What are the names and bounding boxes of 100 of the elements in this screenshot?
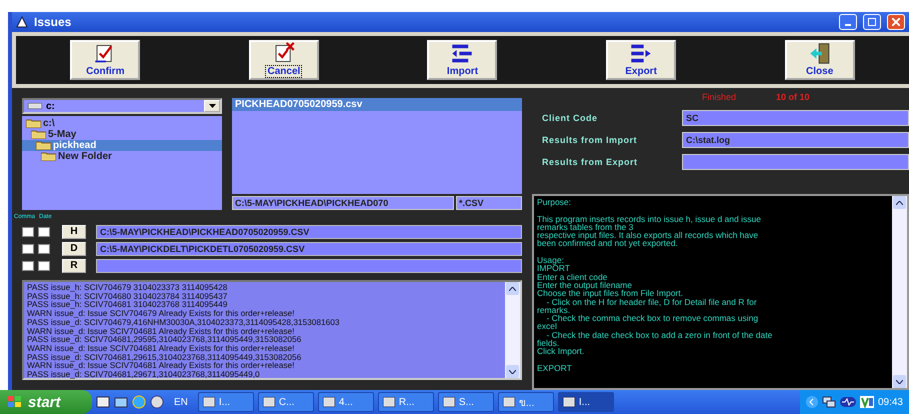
file-path-field[interactable]: C:\5-MAY\PICKHEAD\PICKHEAD0705020959.CSV xyxy=(96,224,522,238)
help-line: fields. xyxy=(537,339,560,348)
comma-checkbox[interactable] xyxy=(22,244,34,254)
caret-icon xyxy=(208,104,216,108)
help-line: respective input files. It also exports all records which have xyxy=(537,231,760,240)
log-line: WARN issue_d: Issue SCIV704681 Already Exists for this order+release! xyxy=(27,344,294,353)
window-icon xyxy=(322,397,335,407)
file-item[interactable]: PICKHEAD0705020959.csv xyxy=(232,98,522,111)
app-icon xyxy=(16,16,28,28)
log-line: PASS issue_d: SCIV704679,416NHM30030A,3104023373,3114095428,3153081603 xyxy=(27,318,340,327)
export-button[interactable]: Export xyxy=(606,40,676,80)
window-icon xyxy=(382,397,395,407)
date-checkbox[interactable] xyxy=(38,260,50,270)
file-path-field[interactable]: C:\5-MAY\PICKDELT\PICKDETL0705020959.CSV xyxy=(96,242,522,256)
network-icon[interactable] xyxy=(822,396,836,408)
comma-checkbox[interactable] xyxy=(22,260,34,270)
close-icon xyxy=(808,42,832,65)
date-checkbox[interactable] xyxy=(38,226,50,236)
log-line: PASS issue_h: SCIV704681 3104023768 3114095449 xyxy=(27,300,228,310)
filter-field[interactable]: *.CSV xyxy=(456,196,522,210)
export-icon xyxy=(629,42,654,65)
start-button[interactable]: start xyxy=(0,390,92,414)
quick-launch-icon[interactable] xyxy=(96,395,110,409)
import-icon xyxy=(450,42,474,65)
disc-icon xyxy=(150,395,164,409)
window-icon xyxy=(114,395,128,409)
help-line: remarks. xyxy=(537,306,570,314)
help-line: remarks tables from the 3 xyxy=(537,222,634,232)
input-field[interactable]: C:\stat.log xyxy=(682,132,909,148)
maximize-button[interactable] xyxy=(863,14,881,30)
help-line: Enter the output filename xyxy=(537,280,632,290)
field-label: Client Code xyxy=(542,113,599,123)
window-icon xyxy=(502,397,515,407)
scrollbar[interactable] xyxy=(505,282,520,378)
taskbar-button[interactable]: C... xyxy=(258,392,314,412)
taskbar-button[interactable]: I... xyxy=(558,392,614,412)
taskbar-button[interactable]: I... xyxy=(198,392,254,412)
quick-launch-icon[interactable] xyxy=(114,395,128,409)
path-field[interactable]: C:\5-MAY\PICKHEAD\PICKHEAD070 xyxy=(232,196,454,210)
wave-icon[interactable] xyxy=(840,397,856,407)
window-title: Issues xyxy=(34,15,72,29)
progress-text: 10 of 10 xyxy=(776,92,810,104)
close-icon xyxy=(892,18,900,26)
clock: 09:43 xyxy=(878,396,903,408)
quick-launch-icon[interactable] xyxy=(150,395,164,409)
log-line: PASS issue_h: SCIV704679 3104023373 3114095428 xyxy=(27,283,228,292)
window-icon xyxy=(442,397,455,407)
log-line: WARN issue_d: Issue SCIV704681 Already Exists for this order+release! xyxy=(27,326,294,336)
taskbar-button[interactable]: 4... xyxy=(318,392,374,412)
input-field[interactable] xyxy=(682,154,909,170)
help-line: Choose the input files from File Import. xyxy=(537,289,684,298)
close-button[interactable] xyxy=(887,14,905,30)
help-line: EXPORT xyxy=(537,364,573,372)
log-line: WARN issue_d: Issue SCIV704679 Already Exists for this order+release! xyxy=(27,309,296,318)
scroll-down-icon[interactable] xyxy=(506,365,519,378)
scroll-up-icon[interactable] xyxy=(893,196,906,209)
tray-app-icon[interactable] xyxy=(860,396,874,408)
minimize-button[interactable] xyxy=(839,14,857,30)
file-select-button[interactable]: H xyxy=(62,224,86,238)
drive-combo[interactable]: c: xyxy=(22,98,222,114)
field-label: Results from Import xyxy=(542,135,638,145)
help-line: excel xyxy=(537,322,557,331)
folder-item[interactable]: New Folder xyxy=(22,151,222,162)
close-button[interactable]: Close xyxy=(784,40,855,80)
scroll-up-icon[interactable] xyxy=(506,282,519,295)
log-line: PASS issue_h: SCIV704680 3104023784 3114095437 xyxy=(27,292,228,300)
folder-icon xyxy=(36,141,51,150)
language-indicator[interactable]: EN xyxy=(168,396,194,408)
field-label: Results from Export xyxy=(542,157,639,167)
help-line: - Click on the H for header file, D for Detail file and R for xyxy=(546,298,758,306)
file-path-field[interactable] xyxy=(96,258,522,272)
file-select-button[interactable]: D xyxy=(62,242,86,256)
dropdown-button[interactable] xyxy=(204,100,220,112)
cancel-button[interactable]: Cancel xyxy=(248,40,319,80)
window-icon xyxy=(562,397,575,407)
folder-item[interactable]: c:\ xyxy=(22,118,222,129)
taskbar-button[interactable]: ข... xyxy=(498,392,554,412)
chevron-icon[interactable] xyxy=(806,396,818,408)
folder-item[interactable]: 5-May xyxy=(22,129,222,140)
maximize-icon xyxy=(868,18,876,26)
scroll-down-icon[interactable] xyxy=(893,375,906,388)
help-line: IMPORT xyxy=(537,264,571,273)
help-line: Enter a client code xyxy=(537,272,608,281)
input-field[interactable]: SC xyxy=(682,110,909,126)
help-line: - Check the comma check box to remove commas using xyxy=(546,314,760,322)
taskbar-button[interactable]: S... xyxy=(438,392,494,412)
log-line: WARN issue_d: Issue SCIV704681 Already Exists for this order+release! xyxy=(27,361,294,370)
scrollbar[interactable] xyxy=(892,196,907,388)
taskbar-button[interactable]: R... xyxy=(378,392,434,412)
help-line: Purpose: xyxy=(537,198,572,206)
file-select-button[interactable]: R xyxy=(62,258,86,272)
log-line: PASS issue_d: SCIV704681,29671,3104023768,3114095449,0 xyxy=(27,370,261,379)
import-button[interactable]: Import xyxy=(427,40,498,80)
log-line: PASS issue_d: SCIV704681,29595,3104023768,3114095449,3153082056 xyxy=(27,335,302,344)
log-line: PASS issue_d: SCIV704681,29615,3104023768,3114095449,3153082056 xyxy=(27,352,302,362)
confirm-button[interactable]: Confirm xyxy=(70,40,140,80)
help-line: Usage: xyxy=(537,256,564,264)
folder-item[interactable]: pickhead xyxy=(22,140,222,151)
date-checkbox[interactable] xyxy=(38,244,50,254)
comma-checkbox[interactable] xyxy=(22,226,34,236)
